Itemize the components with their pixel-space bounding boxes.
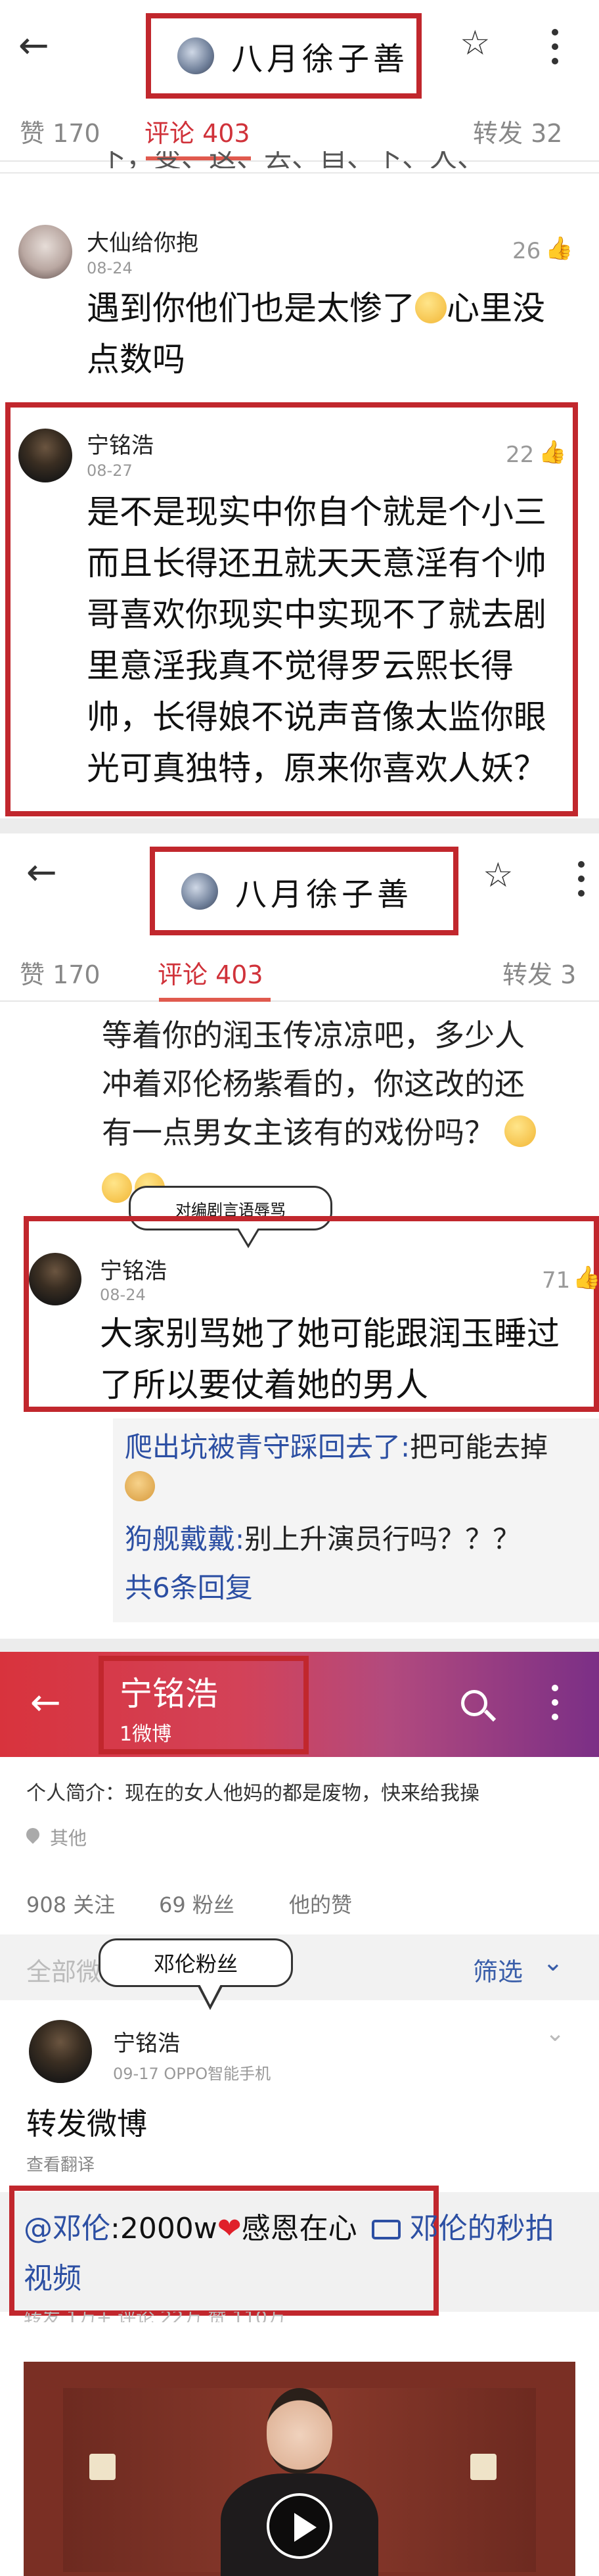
more-dots-icon[interactable] xyxy=(552,29,558,72)
wall-ornament xyxy=(470,2454,497,2480)
like-count: 22 xyxy=(506,442,535,468)
video-thumbnail[interactable] xyxy=(24,2362,575,2576)
like-count: 26 xyxy=(512,238,541,264)
doge-emoji-icon xyxy=(125,1471,155,1501)
profile-post-count[interactable]: 1微博 xyxy=(120,1718,171,1746)
bubble-tail xyxy=(200,1984,221,2005)
comment-text: 遇到你他们也是太惨了 心里没 点数吗 xyxy=(87,289,545,379)
emoji-icon xyxy=(415,292,447,323)
comment-text: 大家别骂她了她可能跟润玉睡过 了所以要仗着她的男人 xyxy=(100,1315,560,1404)
more-replies-link[interactable]: 共6条回复 xyxy=(125,1566,253,1606)
thumb-up-icon[interactable]: 👍 xyxy=(539,439,566,465)
back-arrow-icon[interactable]: ← xyxy=(30,1685,61,1721)
comment-author[interactable]: 宁铭浩 xyxy=(87,427,154,459)
thumb-up-icon[interactable]: 👍 xyxy=(545,235,573,262)
tab-underline xyxy=(159,998,271,1002)
location-pin-icon xyxy=(23,1825,43,1844)
profile-name: 宁铭浩 xyxy=(120,1675,218,1713)
tab-likes[interactable]: 赞 170 xyxy=(20,113,100,149)
comment-text: 是不是现实中你自个就是个小三 而且长得还丑就天天意淫有个帅 哥喜欢你现实中实现不… xyxy=(87,493,546,787)
tab-comments[interactable]: 评论 403 xyxy=(144,113,250,149)
emoji-icon xyxy=(102,1173,132,1203)
avatar[interactable] xyxy=(29,1253,81,1305)
tab-likes[interactable]: 赞 170 xyxy=(20,954,100,991)
post-author[interactable]: 宁铭浩 xyxy=(113,2025,180,2057)
wall-ornament xyxy=(89,2454,116,2480)
comment-author[interactable]: 大仙给你抱 xyxy=(87,225,198,257)
filter-button[interactable]: 筛选 xyxy=(473,1952,523,1988)
page-title: 八月徐子善 xyxy=(231,41,409,78)
following-count[interactable]: 908 关注 xyxy=(26,1888,115,1919)
weibo-title-box: 八月徐子善 xyxy=(146,13,422,99)
person-head xyxy=(267,2388,332,2473)
avatar[interactable] xyxy=(29,2020,92,2083)
video-link-continued[interactable]: 视频 xyxy=(24,2262,81,2295)
quoted-post-stats: 转发 1万+ 评论 22万 赞 110万 xyxy=(24,2312,286,2322)
mention-link[interactable]: @邓伦 xyxy=(24,2212,110,2245)
cut-off-text: 下，变、这、去、自、下、人、 xyxy=(99,151,485,168)
post-meta: 09-17 OPPO智能手机 xyxy=(113,2065,271,2083)
previous-comment-text: 等着你的润玉传凉凉吧，多少人 冲着邓伦杨紫看的，你这改的还 有一点男女主该有的戏… xyxy=(102,1011,594,1157)
star-icon[interactable]: ☆ xyxy=(460,26,491,60)
title-avatar[interactable] xyxy=(181,872,218,910)
thumb-up-icon[interactable]: 👍 xyxy=(573,1265,599,1291)
tab-bar: 赞 170 评论 403 转发 3 xyxy=(0,939,599,1002)
comment-date: 08-27 xyxy=(87,461,133,480)
profile-location: 其他 xyxy=(50,1827,87,1849)
reply-line[interactable]: 爬出坑被青守踩回去了:把可能去掉 xyxy=(125,1425,548,1465)
top-bar: ← 八月徐子善 ☆ xyxy=(0,833,599,935)
more-dots-icon[interactable] xyxy=(578,861,585,904)
translate-link[interactable]: 查看翻译 xyxy=(26,2151,95,2176)
quoted-post-text: @邓伦:2000w❤感恩在心 邓伦的秒拍 视频 xyxy=(24,2212,554,2295)
tab-comments[interactable]: 评论 403 xyxy=(158,954,263,991)
followers-count[interactable]: 69 粉丝 xyxy=(159,1888,234,1919)
emoji-icon xyxy=(504,1115,536,1147)
top-bar: ← 八月徐子善 ☆ xyxy=(0,0,599,99)
comment-date: 08-24 xyxy=(87,259,133,277)
post-text: 转发微博 xyxy=(26,2106,147,2142)
tab-reposts[interactable]: 转发 32 xyxy=(473,113,562,149)
star-icon[interactable]: ☆ xyxy=(483,858,514,893)
chevron-down-icon[interactable]: ⌄ xyxy=(543,1948,564,1977)
video-link[interactable]: 邓伦的秒拍 xyxy=(410,2212,554,2245)
video-camera-icon xyxy=(371,2220,401,2239)
liked-posts-link[interactable]: 他的赞 xyxy=(289,1888,352,1919)
comment-date: 08-24 xyxy=(100,1286,146,1304)
comment-author[interactable]: 宁铭浩 xyxy=(100,1253,167,1285)
title-avatar[interactable] xyxy=(177,37,214,74)
tab-reposts[interactable]: 转发 3 xyxy=(502,954,576,991)
annotation-bubble: 邓伦粉丝 xyxy=(99,1938,293,1987)
screenshot-panel-3: ← 宁铭浩 1微博 个人简介：现在的女人他妈的都是废物，快来给我操 其他 908… xyxy=(0,1652,599,2576)
back-arrow-icon[interactable]: ← xyxy=(18,28,49,64)
heart-icon: ❤ xyxy=(217,2212,242,2245)
more-dots-icon[interactable] xyxy=(552,1685,558,1728)
avatar[interactable] xyxy=(18,225,72,279)
screenshot-panel-1: ← 八月徐子善 ☆ 赞 170 评论 403 转发 32 下，变、这、去、自、下… xyxy=(0,0,599,818)
back-arrow-icon[interactable]: ← xyxy=(26,855,57,891)
weibo-title-box: 八月徐子善 xyxy=(150,847,458,935)
avatar[interactable] xyxy=(18,429,72,482)
search-icon-handle xyxy=(483,1709,497,1722)
chevron-down-icon[interactable]: ⌄ xyxy=(545,2020,565,2047)
reply-line[interactable]: 狗舰戴戴:别上升演员行吗？？？ xyxy=(125,1517,520,1557)
play-icon[interactable] xyxy=(267,2493,332,2559)
like-count: 71 xyxy=(542,1267,571,1294)
screenshot-panel-2: ← 八月徐子善 ☆ 赞 170 评论 403 转发 3 等着你的润玉传凉凉吧，多… xyxy=(0,833,599,1639)
page-title: 八月徐子善 xyxy=(235,876,413,913)
divider xyxy=(0,172,599,174)
profile-bio: 个人简介：现在的女人他妈的都是废物，快来给我操 xyxy=(26,1782,479,1805)
